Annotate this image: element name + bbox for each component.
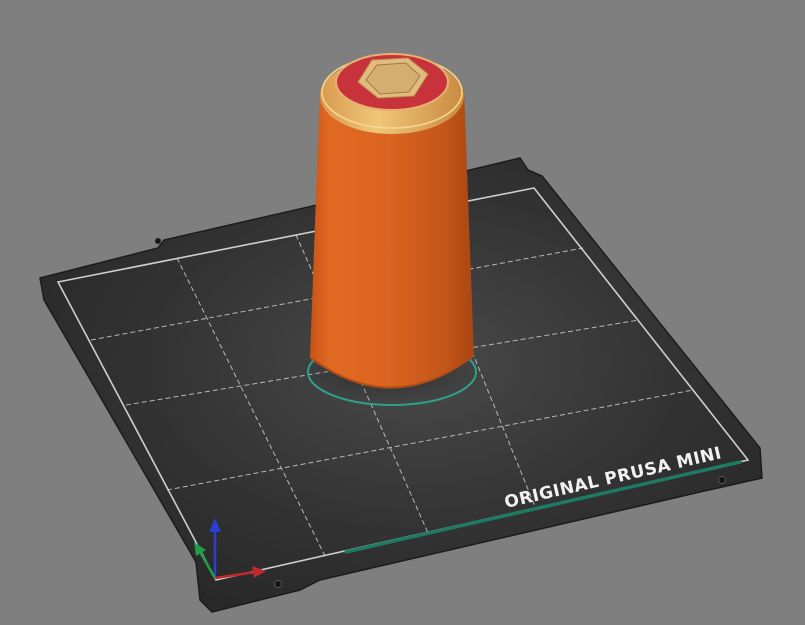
printed-object[interactable] [310,53,474,389]
bed-mount-hole [154,237,162,245]
bed-mount-hole [274,580,282,588]
scene-canvas[interactable]: ORIGINAL PRUSA MINI [0,0,805,625]
object-body [310,90,474,389]
3d-viewport[interactable]: ORIGINAL PRUSA MINI [0,0,805,625]
bed-mount-hole [718,476,726,484]
